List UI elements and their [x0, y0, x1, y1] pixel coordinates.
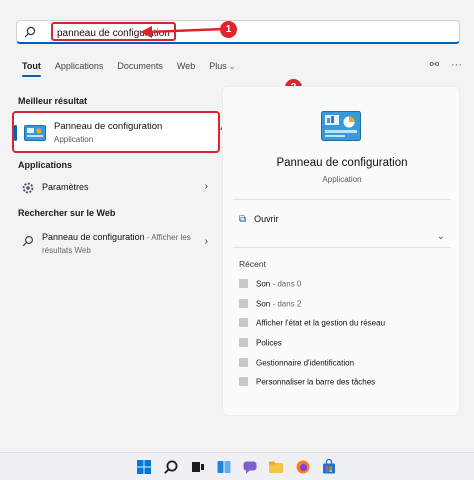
- search-icon: [24, 26, 36, 38]
- recent-item[interactable]: Son - dans 0: [239, 279, 301, 293]
- chevron-right-icon: ›: [204, 236, 208, 247]
- recent-item-hint: - dans 0: [270, 279, 302, 289]
- settings-item-icon: [239, 299, 248, 309]
- start-icon[interactable]: [136, 459, 152, 475]
- tab-more-label: Plus: [209, 61, 227, 71]
- chevron-right-icon: ›: [204, 181, 208, 192]
- recent-item[interactable]: Afficher l'état et la gestion du réseau: [239, 318, 385, 332]
- best-result-header: Meilleur résultat: [18, 96, 88, 106]
- applications-header: Applications: [18, 160, 73, 170]
- recent-item-label: Son - dans 2: [256, 299, 301, 308]
- recent-item-hint: - dans 2: [270, 299, 302, 309]
- firefox-icon[interactable]: [295, 459, 311, 475]
- recent-item-label: Afficher l'état et la gestion du réseau: [256, 318, 386, 328]
- settings-item-icon: [239, 279, 248, 289]
- share-icon[interactable]: ⚯: [430, 58, 439, 72]
- open-label: Ouvrir: [254, 214, 279, 224]
- app-item-label: Paramètres: [42, 182, 89, 192]
- start-search-window: panneau de configuration 1 Tout Applicat…: [0, 0, 474, 452]
- open-action[interactable]: ⧉ Ouvrir: [239, 214, 279, 225]
- best-result-title: Panneau de configuration: [54, 121, 163, 132]
- preview-type: Application: [322, 175, 362, 184]
- divider: [233, 199, 451, 200]
- more-icon[interactable]: ···: [451, 58, 462, 72]
- web-result-item[interactable]: Panneau de configuration - Afficher les …: [14, 229, 214, 257]
- chevron-down-icon: ⌄: [228, 62, 236, 71]
- web-result-label: Panneau de configuration - Afficher les …: [42, 231, 202, 257]
- app-item-parametres[interactable]: Paramètres ›: [14, 176, 214, 200]
- control-panel-icon: [321, 111, 361, 141]
- annotation-arrow-1: [140, 26, 224, 38]
- filter-tabs: Tout Applications Documents Web Plus ⌄: [22, 60, 249, 77]
- task-view-icon[interactable]: [190, 459, 206, 475]
- selection-indicator: [14, 125, 17, 141]
- divider: [233, 247, 451, 248]
- open-icon: ⧉: [239, 214, 247, 225]
- recent-item-label: Son - dans 0: [256, 279, 301, 288]
- recent-item[interactable]: Son - dans 2: [239, 299, 301, 313]
- chat-icon[interactable]: [242, 459, 258, 475]
- control-panel-icon: [24, 125, 46, 141]
- tab-all[interactable]: Tout: [22, 60, 41, 77]
- recent-item-label: Polices: [256, 338, 282, 348]
- web-search-header: Rechercher sur le Web: [18, 208, 116, 218]
- best-result-type: Application: [54, 135, 94, 144]
- recent-item[interactable]: Polices: [239, 338, 282, 352]
- recent-item[interactable]: Personnaliser la barre des tâches: [239, 377, 375, 391]
- preview-panel: Panneau de configuration Application ⧉ Ou…: [222, 86, 460, 416]
- chevron-down-icon[interactable]: ⌄: [437, 231, 445, 242]
- top-icons: ⚯ ···: [430, 58, 462, 72]
- tab-applications[interactable]: Applications: [55, 60, 104, 76]
- settings-item-icon: [239, 358, 248, 368]
- web-result-query: Panneau de configuration: [42, 232, 145, 242]
- annotation-badge-1: 1: [220, 21, 237, 38]
- best-result-item[interactable]: Panneau de configuration Application: [12, 111, 220, 153]
- recent-item-label: Personnaliser la barre des tâches: [256, 377, 376, 387]
- recent-item-label: Gestionnaire d'identification: [256, 358, 355, 368]
- settings-item-icon: [239, 318, 248, 328]
- store-icon[interactable]: [321, 459, 337, 475]
- tab-documents[interactable]: Documents: [117, 60, 163, 76]
- settings-item-icon: [239, 377, 248, 387]
- search-icon[interactable]: [163, 459, 179, 475]
- file-explorer-icon[interactable]: [268, 459, 284, 475]
- search-bar[interactable]: panneau de configuration: [16, 20, 460, 44]
- gear-icon: [22, 182, 34, 194]
- widgets-icon[interactable]: [216, 459, 232, 475]
- preview-title: Panneau de configuration: [276, 157, 408, 169]
- recent-item[interactable]: Gestionnaire d'identification: [239, 358, 354, 372]
- recent-item-title: Son: [256, 299, 271, 309]
- tab-web[interactable]: Web: [177, 60, 195, 76]
- recent-header: Récent: [239, 259, 266, 269]
- search-web-icon: [22, 236, 33, 247]
- settings-item-icon: [239, 338, 248, 348]
- recent-item-title: Son: [256, 279, 271, 289]
- taskbar: [0, 452, 474, 480]
- tab-more[interactable]: Plus ⌄: [209, 60, 235, 76]
